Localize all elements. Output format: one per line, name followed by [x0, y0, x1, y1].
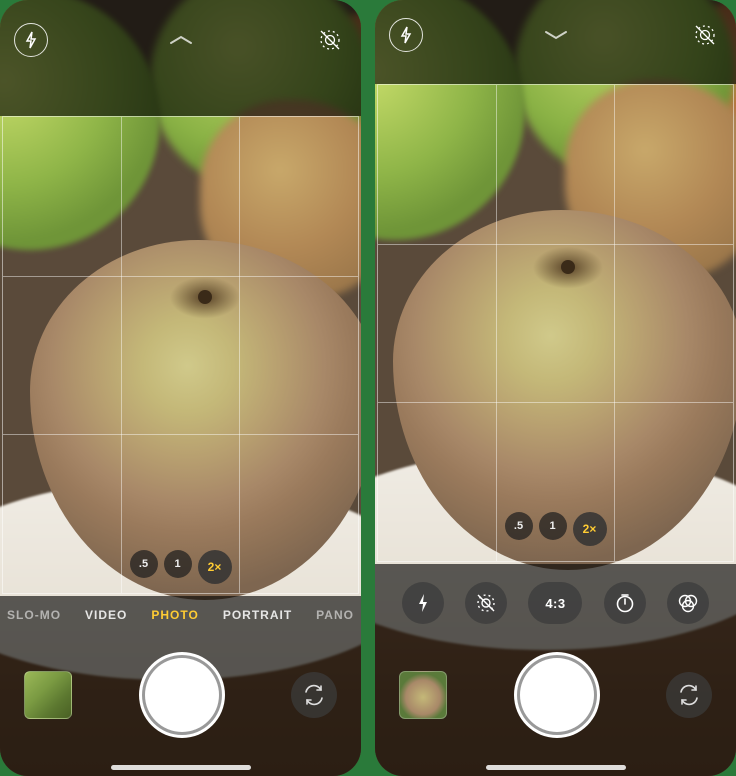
last-photo-thumbnail[interactable]: [399, 671, 447, 719]
top-toolbar: [375, 0, 736, 70]
aspect-ratio-control[interactable]: 4:3: [528, 582, 582, 624]
composition-grid: [2, 116, 359, 594]
mode-slomo[interactable]: SLO-MO: [7, 608, 61, 622]
camera-screen-controls: .5 1 2× 4:3: [375, 0, 736, 776]
camera-screen-modes: .5 1 2× SLO-MO VIDEO PHOTO PORTRAIT PANO: [0, 0, 361, 776]
flash-button[interactable]: [14, 23, 48, 57]
flash-icon: [416, 593, 430, 613]
mode-selector[interactable]: SLO-MO VIDEO PHOTO PORTRAIT PANO: [0, 602, 361, 628]
zoom-option-wide[interactable]: 1: [164, 550, 192, 578]
controls-toggle-chevron[interactable]: [542, 28, 570, 42]
zoom-option-wide[interactable]: 1: [539, 512, 567, 540]
flash-control[interactable]: [402, 582, 444, 624]
filters-icon: [676, 591, 700, 615]
mode-photo[interactable]: PHOTO: [151, 608, 198, 622]
last-photo-thumbnail[interactable]: [24, 671, 72, 719]
zoom-option-ultrawide[interactable]: .5: [130, 550, 158, 578]
zoom-option-tele[interactable]: 2×: [573, 512, 607, 546]
live-off-icon: [474, 591, 498, 615]
chevron-down-icon: [543, 29, 569, 41]
shutter-button[interactable]: [145, 658, 219, 732]
top-toolbar: [0, 0, 361, 80]
live-off-icon: [692, 22, 718, 48]
zoom-option-tele[interactable]: 2×: [198, 550, 232, 584]
advanced-controls-row: 4:3: [375, 578, 736, 628]
timer-control[interactable]: [604, 582, 646, 624]
live-photo-control[interactable]: [465, 582, 507, 624]
camera-flip-icon: [302, 683, 326, 707]
flash-button[interactable]: [389, 18, 423, 52]
live-photo-button[interactable]: [313, 23, 347, 57]
flash-off-icon: [24, 31, 38, 49]
filters-control[interactable]: [667, 582, 709, 624]
zoom-option-ultrawide[interactable]: .5: [505, 512, 533, 540]
zoom-selector: .5 1 2×: [130, 550, 232, 584]
home-indicator[interactable]: [486, 765, 626, 770]
controls-toggle-chevron[interactable]: [167, 33, 195, 47]
mode-portrait[interactable]: PORTRAIT: [223, 608, 292, 622]
camera-switch-button[interactable]: [291, 672, 337, 718]
mode-pano[interactable]: PANO: [316, 608, 354, 622]
camera-flip-icon: [677, 683, 701, 707]
mode-video[interactable]: VIDEO: [85, 608, 127, 622]
bottom-toolbar: [0, 650, 361, 740]
bottom-toolbar: [375, 650, 736, 740]
shutter-button[interactable]: [520, 658, 594, 732]
zoom-selector: .5 1 2×: [505, 512, 607, 546]
timer-icon: [614, 592, 636, 614]
home-indicator[interactable]: [111, 765, 251, 770]
composition-grid: [377, 84, 734, 562]
chevron-up-icon: [168, 34, 194, 46]
camera-switch-button[interactable]: [666, 672, 712, 718]
live-off-icon: [317, 27, 343, 53]
live-photo-button[interactable]: [688, 18, 722, 52]
flash-off-icon: [399, 26, 413, 44]
